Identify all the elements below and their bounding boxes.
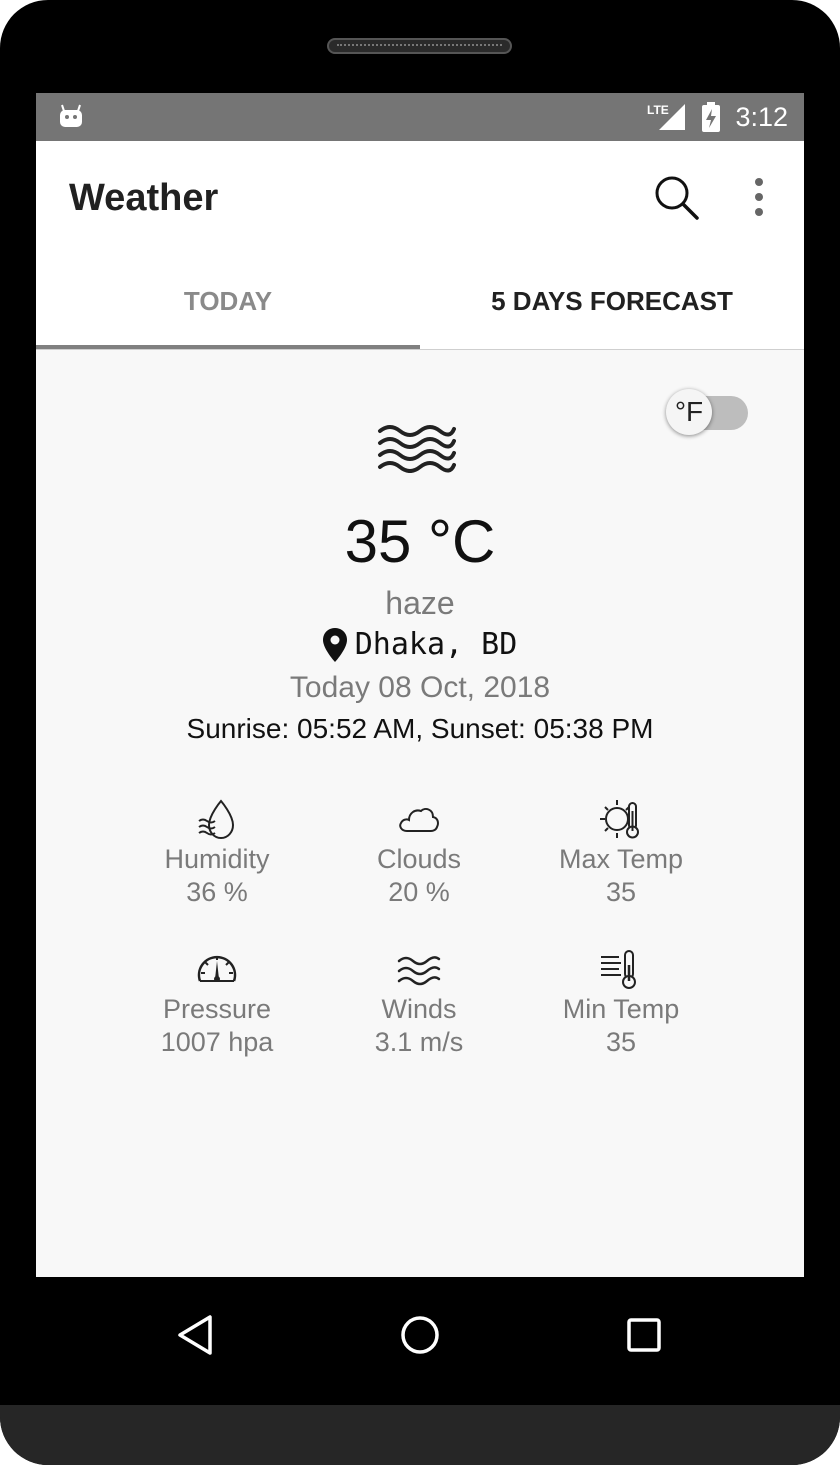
stat-label: Min Temp xyxy=(562,994,680,1024)
app-bar: Weather xyxy=(36,141,804,253)
stat-value: 35 xyxy=(605,877,637,907)
search-icon[interactable] xyxy=(652,173,702,223)
phone-frame: LTE 3:12 Weather TODAY 5 DAYS FORECAST °… xyxy=(0,0,840,1465)
earpiece-speaker xyxy=(327,38,512,54)
stat-value: 20 % xyxy=(388,877,450,907)
stat-value: 3.1 m/s xyxy=(374,1027,464,1057)
haze-icon xyxy=(378,425,456,473)
stat-value: 36 % xyxy=(186,877,248,907)
stat-label: Clouds xyxy=(376,844,462,874)
more-options-icon[interactable] xyxy=(744,175,774,221)
stat-label: Winds xyxy=(381,994,457,1024)
status-bar: LTE 3:12 xyxy=(36,93,804,141)
android-notification-icon xyxy=(60,104,82,127)
date: Today 08 Oct, 2018 xyxy=(289,671,551,704)
stat-humidity: Humidity 36 % xyxy=(107,797,327,909)
stat-min-temp: Min Temp 35 xyxy=(511,947,731,1059)
stat-label: Pressure xyxy=(162,994,272,1024)
city-name: Dhaka, BD xyxy=(354,627,518,662)
min-temp-icon xyxy=(601,950,636,989)
stat-value: 35 xyxy=(605,1027,637,1057)
svg-text:LTE: LTE xyxy=(647,103,669,117)
stat-label: Humidity xyxy=(164,844,270,874)
max-temp-icon xyxy=(600,800,639,839)
tab-today[interactable]: TODAY xyxy=(36,253,420,349)
clock: 3:12 xyxy=(735,101,788,132)
home-icon[interactable] xyxy=(390,1305,450,1365)
navigation-bar xyxy=(0,1277,840,1405)
back-icon[interactable] xyxy=(166,1305,226,1365)
battery-charging-icon xyxy=(702,102,721,132)
cloud-icon xyxy=(399,808,439,832)
sunrise-sunset: Sunrise: 05:52 AM, Sunset: 05:38 PM xyxy=(186,713,654,744)
tab-5-days-forecast[interactable]: 5 DAYS FORECAST xyxy=(420,253,804,349)
recent-apps-icon[interactable] xyxy=(614,1305,674,1365)
tab-bar: TODAY 5 DAYS FORECAST xyxy=(36,253,804,350)
phone-bottom-bezel xyxy=(0,1405,840,1465)
humidity-icon xyxy=(198,799,235,840)
toggle-thumb: °F xyxy=(666,389,712,435)
app-title: Weather xyxy=(69,177,219,219)
pressure-gauge-icon xyxy=(197,955,237,982)
location-pin-icon xyxy=(322,627,347,662)
today-panel: °F 35 °C haze Dhaka, BD Today 08 Oct, 20… xyxy=(36,349,804,1277)
stat-winds: Winds 3.1 m/s xyxy=(309,947,529,1059)
screen: LTE 3:12 Weather TODAY 5 DAYS FORECAST °… xyxy=(36,93,804,1277)
lte-signal-icon: LTE xyxy=(647,103,686,130)
stat-clouds: Clouds 20 % xyxy=(309,797,529,909)
stat-max-temp: Max Temp 35 xyxy=(511,797,731,909)
current-temperature: 35 °C xyxy=(344,508,496,575)
location: Dhaka, BD xyxy=(36,627,804,662)
stat-value: 1007 hpa xyxy=(160,1027,274,1057)
weather-condition: haze xyxy=(385,585,455,621)
stat-pressure: Pressure 1007 hpa xyxy=(107,947,327,1059)
fahrenheit-toggle[interactable]: °F xyxy=(666,389,750,435)
stat-label: Max Temp xyxy=(558,844,684,874)
wind-icon xyxy=(397,956,441,986)
